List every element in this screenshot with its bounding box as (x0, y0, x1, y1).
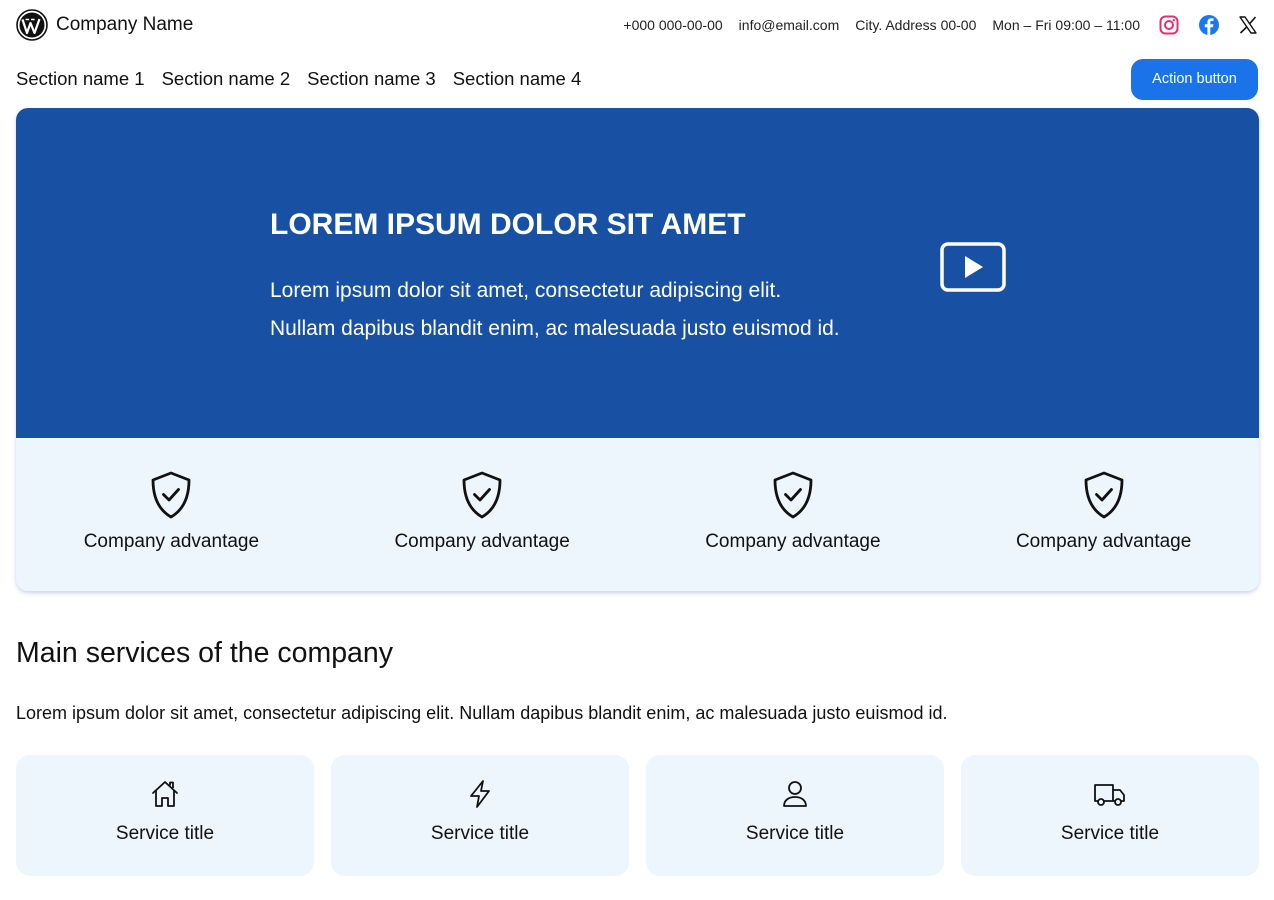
phone-number[interactable]: +000 000-00-00 (623, 17, 722, 33)
advantage-item: Company advantage (16, 438, 327, 591)
shield-check-icon (773, 471, 813, 519)
instagram-icon[interactable] (1158, 14, 1180, 36)
service-cards: Service title Service title Service titl… (16, 755, 1259, 876)
contact-info: +000 000-00-00 info@email.com City. Addr… (623, 17, 1140, 33)
wordpress-icon (16, 9, 48, 41)
nav-item-section-4[interactable]: Section name 4 (453, 68, 582, 90)
brand[interactable]: Company Name (16, 9, 193, 41)
advantage-label: Company advantage (705, 531, 881, 552)
main-navigation: Section name 1 Section name 2 Section na… (16, 58, 1258, 100)
advantage-item: Company advantage (327, 438, 638, 591)
social-links (1158, 14, 1258, 36)
top-bar: Company Name +000 000-00-00 info@email.c… (16, 8, 1258, 42)
services-title: Main services of the company (16, 637, 393, 669)
play-icon[interactable] (940, 242, 1006, 294)
advantages-row: Company advantage Company advantage Comp… (16, 438, 1259, 591)
advantage-item: Company advantage (638, 438, 949, 591)
hero-title: LOREM IPSUM DOLOR SIT AMET (270, 208, 746, 241)
facebook-icon[interactable] (1198, 14, 1220, 36)
nav-item-section-2[interactable]: Section name 2 (162, 68, 291, 90)
working-hours: Mon – Fri 09:00 – 11:00 (992, 17, 1140, 33)
advantage-label: Company advantage (394, 531, 570, 552)
shield-check-icon (1084, 471, 1124, 519)
service-card[interactable]: Service title (646, 755, 944, 876)
hero-text: Lorem ipsum dolor sit amet, consectetur … (270, 272, 910, 348)
email-address[interactable]: info@email.com (739, 17, 840, 33)
hero-banner: LOREM IPSUM DOLOR SIT AMET Lorem ipsum d… (16, 108, 1259, 438)
hero-section: LOREM IPSUM DOLOR SIT AMET Lorem ipsum d… (16, 108, 1259, 591)
section-nav: Section name 1 Section name 2 Section na… (16, 68, 581, 90)
nav-item-section-1[interactable]: Section name 1 (16, 68, 145, 90)
nav-item-section-3[interactable]: Section name 3 (307, 68, 436, 90)
service-card[interactable]: Service title (961, 755, 1259, 876)
lightning-icon (470, 780, 490, 808)
x-icon[interactable] (1238, 15, 1258, 35)
service-title: Service title (1060, 823, 1160, 844)
advantage-label: Company advantage (83, 531, 260, 552)
user-icon (783, 781, 807, 807)
services-description: Lorem ipsum dolor sit amet, consectetur … (16, 703, 948, 723)
service-title: Service title (745, 823, 845, 844)
hero-line-2: Nullam dapibus blandit enim, ac malesuad… (270, 317, 840, 340)
service-title: Service title (115, 823, 215, 844)
service-card[interactable]: Service title (16, 755, 314, 876)
shield-check-icon (462, 471, 502, 519)
shield-check-icon (151, 471, 191, 519)
service-card[interactable]: Service title (331, 755, 629, 876)
truck-icon (1094, 784, 1125, 806)
service-title: Service title (430, 823, 530, 844)
action-button[interactable]: Action button (1131, 58, 1258, 100)
advantage-label: Company advantage (1015, 531, 1192, 552)
hero-line-1: Lorem ipsum dolor sit amet, consectetur … (270, 279, 782, 302)
company-name: Company Name (56, 14, 194, 35)
advantage-item: Company advantage (948, 438, 1259, 591)
home-icon (152, 781, 178, 807)
address: City. Address 00-00 (855, 17, 977, 33)
